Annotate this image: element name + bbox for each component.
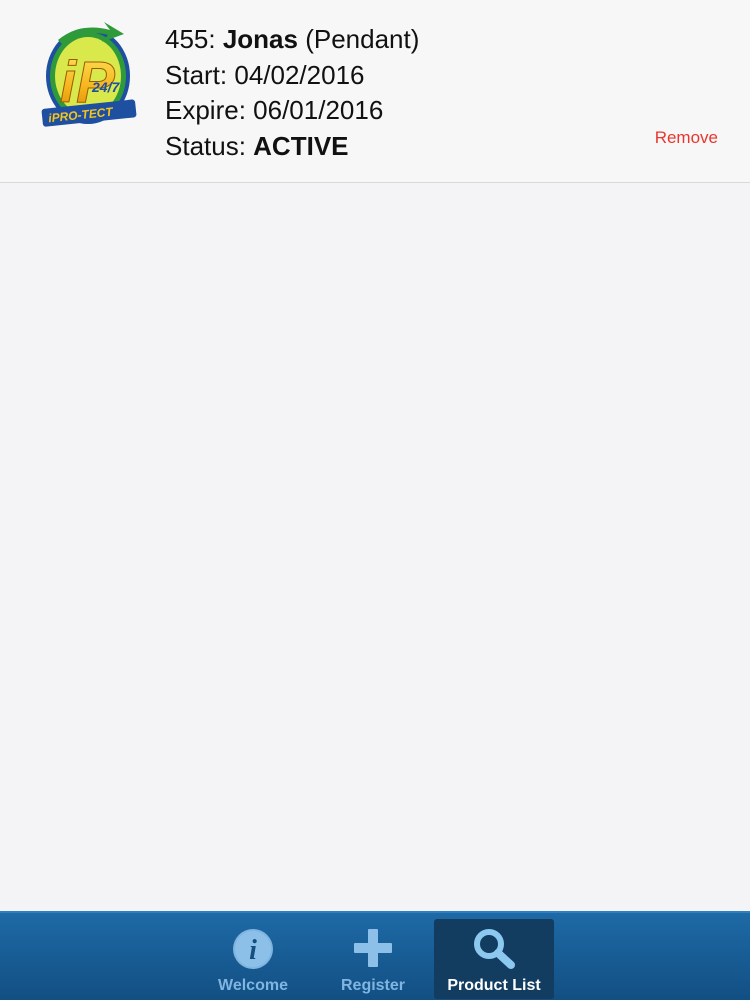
expire-label: Expire: xyxy=(165,95,254,125)
svg-text:i: i xyxy=(249,935,257,966)
product-type: (Pendant) xyxy=(297,24,420,54)
tab-product-list[interactable]: Product List xyxy=(434,919,554,999)
status-label: Status: xyxy=(165,130,254,161)
status-line: Status: ACTIVE xyxy=(165,129,419,165)
start-date-line: Start: 04/02/2016 xyxy=(165,58,419,94)
ipro-tect-logo: iP 24/7 iPRO-TECT xyxy=(41,22,137,127)
tab-welcome[interactable]: i Welcome xyxy=(193,919,313,999)
tab-bar: i Welcome Register Product List xyxy=(0,911,750,1000)
tab-product-list-label: Product List xyxy=(447,977,541,994)
expire-date: 06/01/2016 xyxy=(253,95,384,125)
product-id: 455: xyxy=(165,24,223,54)
product-name: Jonas xyxy=(222,24,298,54)
plus-icon xyxy=(354,929,392,967)
tab-register[interactable]: Register xyxy=(313,919,433,999)
remove-button[interactable]: Remove xyxy=(655,128,718,148)
product-title: 455: Jonas (Pendant) xyxy=(165,22,419,58)
start-label: Start: xyxy=(165,59,235,90)
product-list-item[interactable]: iP 24/7 iPRO-TECT 455: Jonas (Pendant) S… xyxy=(0,0,750,183)
info-icon: i xyxy=(233,929,273,969)
start-date: 04/02/2016 xyxy=(234,59,365,90)
expire-date-line: Expire: 06/01/2016 xyxy=(165,93,419,129)
search-icon xyxy=(474,929,515,969)
tab-welcome-label: Welcome xyxy=(218,977,288,994)
product-info: 455: Jonas (Pendant) Start: 04/02/2016 E… xyxy=(165,22,419,164)
tab-register-label: Register xyxy=(340,977,406,994)
svg-text:24/7: 24/7 xyxy=(91,79,120,95)
screen: iP 24/7 iPRO-TECT 455: Jonas (Pendant) S… xyxy=(0,0,750,1000)
status-value: ACTIVE xyxy=(253,130,349,161)
